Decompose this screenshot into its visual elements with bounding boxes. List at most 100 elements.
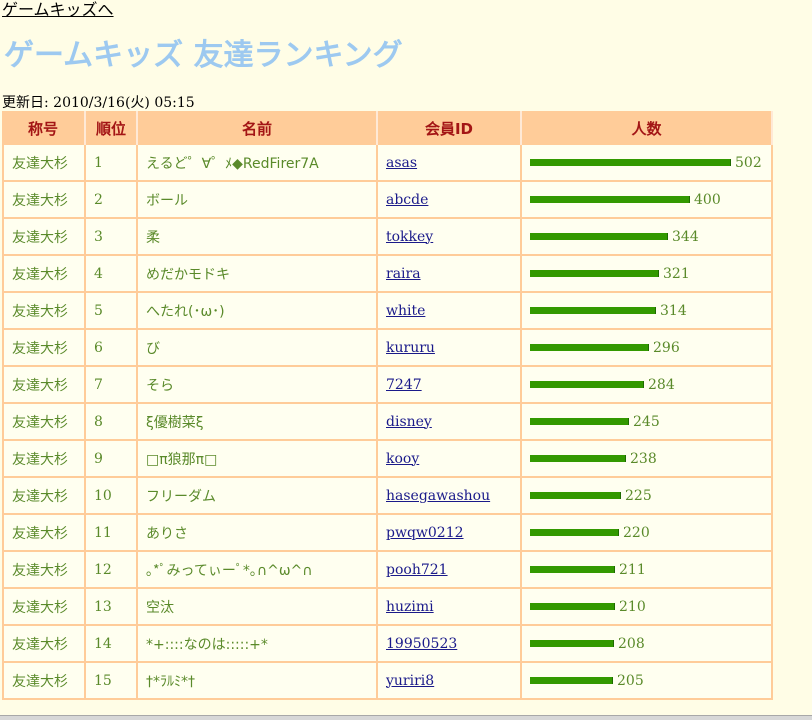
member-id-link[interactable]: 7247 xyxy=(386,377,422,393)
friend-count-value: 211 xyxy=(619,561,646,578)
member-id-cell: yuriri8 xyxy=(378,663,522,700)
friend-count-value: 220 xyxy=(623,524,650,541)
member-id-link[interactable]: abcde xyxy=(386,192,428,208)
friend-count-value: 205 xyxy=(617,672,644,689)
rank-title-cell: 友達大杉 xyxy=(2,626,86,663)
friend-count-value: 284 xyxy=(648,376,675,393)
member-id-link[interactable]: tokkey xyxy=(386,229,433,245)
rank-title-cell: 友達大杉 xyxy=(2,441,86,478)
friend-count-cell: 225 xyxy=(522,478,773,515)
friend-count-bar xyxy=(530,492,621,499)
member-name-cell: えるど゜∀゜ﾒ◆RedFirer7A xyxy=(138,145,378,182)
friend-count-value: 238 xyxy=(630,450,657,467)
friend-count-cell: 344 xyxy=(522,219,773,256)
member-id-link[interactable]: kooy xyxy=(386,451,419,467)
table-row: 友達大杉 6 び kururu 296 xyxy=(2,330,773,367)
member-name-cell: 空汰 xyxy=(138,589,378,626)
rank-title-cell: 友達大杉 xyxy=(2,589,86,626)
friend-count-value: 321 xyxy=(663,265,690,282)
table-row: 友達大杉 2 ボール abcde 400 xyxy=(2,182,773,219)
member-id-cell: disney xyxy=(378,404,522,441)
table-row: 友達大杉 11 ありさ pwqw0212 220 xyxy=(2,515,773,552)
friend-count-value: 314 xyxy=(660,302,687,319)
member-name-cell: ボール xyxy=(138,182,378,219)
table-row: 友達大杉 5 へたれ(･ω･) white 314 xyxy=(2,293,773,330)
rank-number-cell: 10 xyxy=(86,478,138,515)
member-id-link[interactable]: disney xyxy=(386,414,432,430)
rank-number-cell: 5 xyxy=(86,293,138,330)
rank-title-cell: 友達大杉 xyxy=(2,515,86,552)
rank-title-cell: 友達大杉 xyxy=(2,404,86,441)
header-title: 称号 xyxy=(2,111,86,145)
member-id-cell: kooy xyxy=(378,441,522,478)
member-name-cell: めだかモドキ xyxy=(138,256,378,293)
friend-count-value: 296 xyxy=(653,339,680,356)
member-id-cell: 19950523 xyxy=(378,626,522,663)
member-id-link[interactable]: pooh721 xyxy=(386,562,448,578)
friend-count-value: 245 xyxy=(633,413,660,430)
member-id-link[interactable]: yuriri8 xyxy=(386,673,434,689)
member-id-cell: hasegawashou xyxy=(378,478,522,515)
member-name-cell: ありさ xyxy=(138,515,378,552)
table-row: 友達大杉 15 †*ﾗﾙﾐ*† yuriri8 205 xyxy=(2,663,773,700)
table-row: 友達大杉 7 そら 7247 284 xyxy=(2,367,773,404)
member-id-cell: kururu xyxy=(378,330,522,367)
member-id-link[interactable]: raira xyxy=(386,266,421,282)
member-name-cell: へたれ(･ω･) xyxy=(138,293,378,330)
member-name-cell: ξ優樹菜ξ xyxy=(138,404,378,441)
friend-count-bar xyxy=(530,381,644,388)
member-id-link[interactable]: asas xyxy=(386,155,417,171)
friend-count-bar xyxy=(530,566,615,573)
member-name-cell: ｡*ﾟみってぃーﾟ*｡∩^ω^∩ xyxy=(138,552,378,589)
header-name: 名前 xyxy=(138,111,378,145)
member-id-link[interactable]: white xyxy=(386,303,425,319)
friend-count-cell: 314 xyxy=(522,293,773,330)
table-row: 友達大杉 8 ξ優樹菜ξ disney 245 xyxy=(2,404,773,441)
header-count: 人数 xyxy=(522,111,773,145)
page-title: ゲームキッズ 友達ランキング xyxy=(4,38,403,73)
member-name-cell: 柔 xyxy=(138,219,378,256)
rank-title-cell: 友達大杉 xyxy=(2,256,86,293)
rank-title-cell: 友達大杉 xyxy=(2,330,86,367)
friend-count-cell: 400 xyxy=(522,182,773,219)
friend-count-bar xyxy=(530,677,613,684)
table-row: 友達大杉 1 えるど゜∀゜ﾒ◆RedFirer7A asas 502 xyxy=(2,145,773,182)
member-id-link[interactable]: kururu xyxy=(386,340,435,356)
rank-number-cell: 9 xyxy=(86,441,138,478)
ranking-rows: 友達大杉 1 えるど゜∀゜ﾒ◆RedFirer7A asas 502 友達大杉 2 ボール ab… xyxy=(2,145,773,700)
friend-count-value: 400 xyxy=(694,191,721,208)
friend-count-value: 208 xyxy=(618,635,645,652)
friend-count-value: 225 xyxy=(625,487,652,504)
table-row: 友達大杉 13 空汰 huzimi 210 xyxy=(2,589,773,626)
friend-count-value: 502 xyxy=(735,154,762,171)
friend-count-cell: 296 xyxy=(522,330,773,367)
member-id-cell: 7247 xyxy=(378,367,522,404)
member-id-link[interactable]: huzimi xyxy=(386,599,434,615)
rank-number-cell: 15 xyxy=(86,663,138,700)
header-rank: 順位 xyxy=(86,111,138,145)
rank-number-cell: 12 xyxy=(86,552,138,589)
friend-count-bar xyxy=(530,196,690,203)
friend-count-cell: 210 xyxy=(522,589,773,626)
member-id-link[interactable]: pwqw0212 xyxy=(386,525,464,541)
member-id-cell: abcde xyxy=(378,182,522,219)
rank-number-cell: 14 xyxy=(86,626,138,663)
member-id-link[interactable]: hasegawashou xyxy=(386,488,490,504)
friend-count-bar xyxy=(530,529,619,536)
friend-count-cell: 211 xyxy=(522,552,773,589)
rank-title-cell: 友達大杉 xyxy=(2,219,86,256)
member-id-cell: pwqw0212 xyxy=(378,515,522,552)
rank-number-cell: 8 xyxy=(86,404,138,441)
window-bottom-edge xyxy=(0,715,812,720)
game-kids-home-link[interactable]: ゲームキッズへ xyxy=(2,0,114,20)
friend-ranking-table: 称号 順位 名前 会員ID 人数 友達大杉 1 えるど゜∀゜ﾒ◆RedFirer7A… xyxy=(2,111,773,700)
member-id-cell: huzimi xyxy=(378,589,522,626)
rank-title-cell: 友達大杉 xyxy=(2,552,86,589)
table-row: 友達大杉 9 □π狼那π□ kooy 238 xyxy=(2,441,773,478)
member-id-link[interactable]: 19950523 xyxy=(386,636,457,652)
rank-title-cell: 友達大杉 xyxy=(2,663,86,700)
friend-count-bar xyxy=(530,344,649,351)
friend-count-cell: 321 xyxy=(522,256,773,293)
table-header-row: 称号 順位 名前 会員ID 人数 xyxy=(2,111,773,145)
friend-count-bar xyxy=(530,418,629,425)
